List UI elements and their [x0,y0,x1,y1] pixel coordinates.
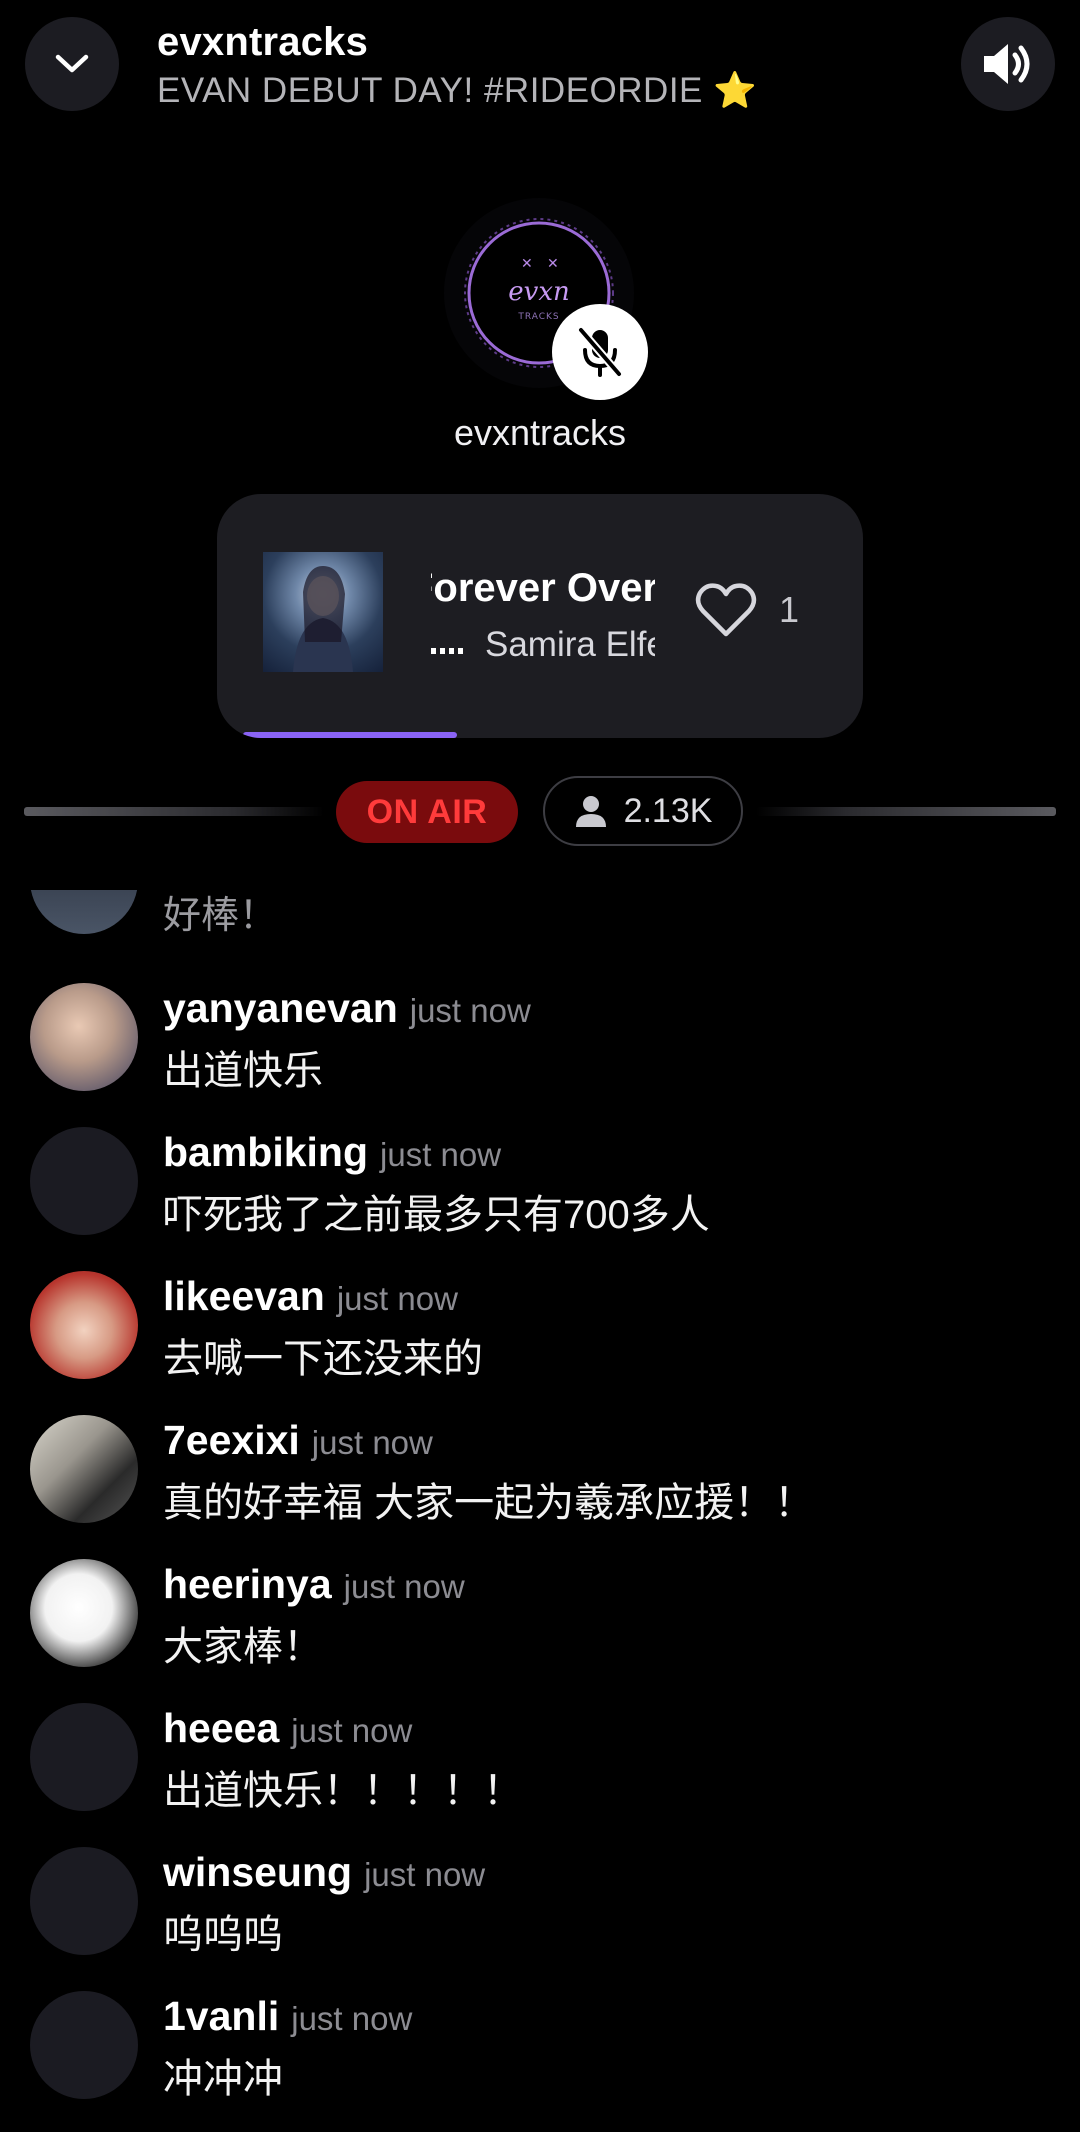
comment-time: just now [380,1136,502,1173]
like-button[interactable]: 1 [695,582,799,638]
svg-text:✕: ✕ [521,256,533,272]
comment-text: 出道快乐！！！！！ [163,1769,523,1813]
album-art [293,566,353,672]
star-emoji: ⭐ [713,71,758,110]
svg-text:evxn: evxn [508,277,569,307]
comment-text: 好棒！ [163,895,278,937]
album-cover [263,552,383,672]
comment-text: 大家棒！ [163,1625,323,1669]
comment-time: just now [343,1568,465,1605]
avatar[interactable] [30,1271,138,1379]
svg-text:✕: ✕ [547,256,559,272]
room-subtitle: EVAN DEBUT DAY! #RIDEORDIE ⭐ [157,70,757,111]
comment-text: 真的好幸福 大家一起为羲承应援！！ [163,1481,815,1525]
speaker-icon [984,44,1030,84]
comment-item: 1vanli just now 冲冲冲 [0,1991,1080,2132]
avatar[interactable] [30,983,138,1091]
comment-text: 呜呜呜 [163,1913,283,1957]
svg-text:TRACKS: TRACKS [517,312,559,322]
comment-item: winseung just now 呜呜呜 [0,1847,1080,1991]
avatar[interactable] [30,1703,138,1811]
comment-username[interactable]: likeevan [163,1273,325,1319]
comment-item: likeevan just now 去喊一下还没来的 [0,1271,1080,1415]
playback-progress [243,732,837,738]
avatar [30,890,138,934]
comment-time: just now [364,1856,486,1893]
on-air-badge: ON AIR [336,781,518,843]
comment-item: heerinya just now 大家棒！ [0,1559,1080,1703]
comment-time: just now [291,2000,413,2037]
listener-count-pill[interactable]: 2.13K [543,776,743,846]
comment-username[interactable]: yanyanevan [163,985,398,1031]
listener-count: 2.13K [623,791,713,830]
avatar[interactable] [30,1127,138,1235]
comment-time: just now [311,1424,433,1461]
comment-text: 去喊一下还没来的 [163,1337,483,1381]
track-info: Forever Over Samira Elfeh [431,566,655,665]
avatar[interactable] [30,1415,138,1523]
comment-item: yanyanevan just now 出道快乐 [0,983,1080,1127]
like-count: 1 [779,589,800,630]
comment-item: bambiking just now 吓死我了之前最多只有700多人 [0,1127,1080,1271]
avatar[interactable] [30,1847,138,1955]
chevron-down-icon [55,54,89,73]
host-name: evxntracks [453,412,627,453]
comment-username[interactable]: 1vanli [163,1993,279,2039]
mic-off-badge [552,304,648,400]
track-title: Forever Over [431,566,655,610]
sound-toggle-button[interactable] [961,17,1055,111]
avatar[interactable] [30,1991,138,2099]
equalizer-icon [431,636,463,654]
room-title: evxntracks [157,20,369,64]
comment-item: heeea just now 出道快乐！！！！！ [0,1703,1080,1847]
comment-username[interactable]: 7eexixi [163,1417,300,1463]
comment-item: 7eexixi just now 真的好幸福 大家一起为羲承应援！！ [0,1415,1080,1559]
comment-text: 冲冲冲 [163,2057,283,2101]
divider-left [24,807,324,816]
avatar[interactable] [30,1559,138,1667]
comment-time: just now [409,992,531,1029]
heart-icon [695,583,757,637]
comment-feed[interactable]: 好棒！ yanyanevan just now 出道快乐 bambiking jus… [0,890,1080,2132]
playback-progress-fill [243,732,457,738]
comment-username[interactable]: bambiking [163,1129,368,1175]
comment-text: 出道快乐 [163,1049,323,1093]
comment-username[interactable]: heeea [163,1705,279,1751]
comment-text: 吓死我了之前最多只有700多人 [163,1193,710,1237]
collapse-button[interactable] [25,17,119,111]
mic-off-icon [577,326,623,378]
room-subtitle-text: EVAN DEBUT DAY! #RIDEORDIE [157,71,703,110]
comment-time: just now [336,1280,458,1317]
comment-time: just now [291,1712,413,1749]
person-icon [575,796,606,827]
comment-username[interactable]: heerinya [163,1561,332,1607]
track-artist: Samira Elfeh [485,625,655,664]
now-playing-card[interactable]: Forever Over Samira Elfeh 1 [217,494,863,738]
comment-username[interactable]: winseung [163,1849,352,1895]
divider-right [756,807,1056,816]
